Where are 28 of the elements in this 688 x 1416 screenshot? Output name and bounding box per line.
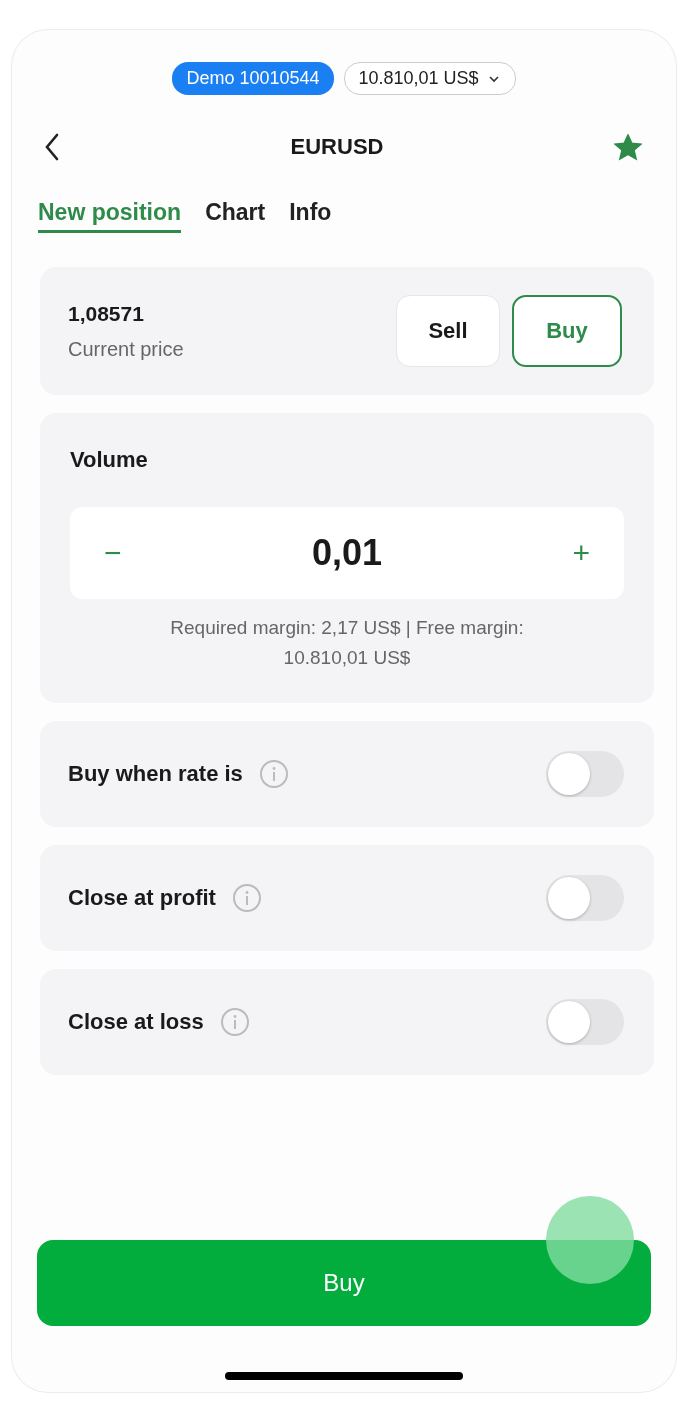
- option-label: Buy when rate is: [68, 761, 243, 787]
- tab[interactable]: Info: [289, 199, 332, 233]
- toggle-switch[interactable]: [546, 999, 624, 1045]
- toggle-switch[interactable]: [546, 875, 624, 921]
- side-button[interactable]: Buy: [512, 295, 622, 367]
- current-price: 1,08571: [68, 301, 145, 326]
- volume-value: 0,01: [311, 532, 383, 574]
- balance-dropdown[interactable]: 10.810,01 US$: [343, 62, 516, 95]
- tab[interactable]: New position: [38, 199, 182, 233]
- option-label: Close at profit: [68, 885, 216, 911]
- margin-note: Required margin: 2,17 US$ | Free margin: 10.810,01 US$: [169, 616, 525, 670]
- side-button[interactable]: Sell: [396, 295, 500, 367]
- info-icon[interactable]: [219, 1007, 250, 1037]
- toggle-switch[interactable]: [546, 751, 624, 797]
- option-label: Close at loss: [68, 1009, 204, 1035]
- symbol-title: EURUSD: [290, 134, 384, 160]
- back-icon[interactable]: [44, 133, 60, 161]
- chevron-down-icon: [486, 73, 501, 84]
- account-badge: Demo 10010544: [172, 62, 334, 95]
- info-icon[interactable]: [258, 759, 289, 789]
- volume-stepper[interactable]: − 0,01 +: [70, 507, 624, 599]
- star-icon[interactable]: [614, 133, 642, 161]
- info-icon[interactable]: [231, 883, 262, 913]
- volume-label: Volume: [70, 447, 149, 473]
- decrement-button[interactable]: −: [104, 536, 122, 570]
- tab[interactable]: Chart: [205, 199, 266, 233]
- price-label: Current price: [68, 337, 184, 361]
- increment-button[interactable]: +: [572, 536, 590, 570]
